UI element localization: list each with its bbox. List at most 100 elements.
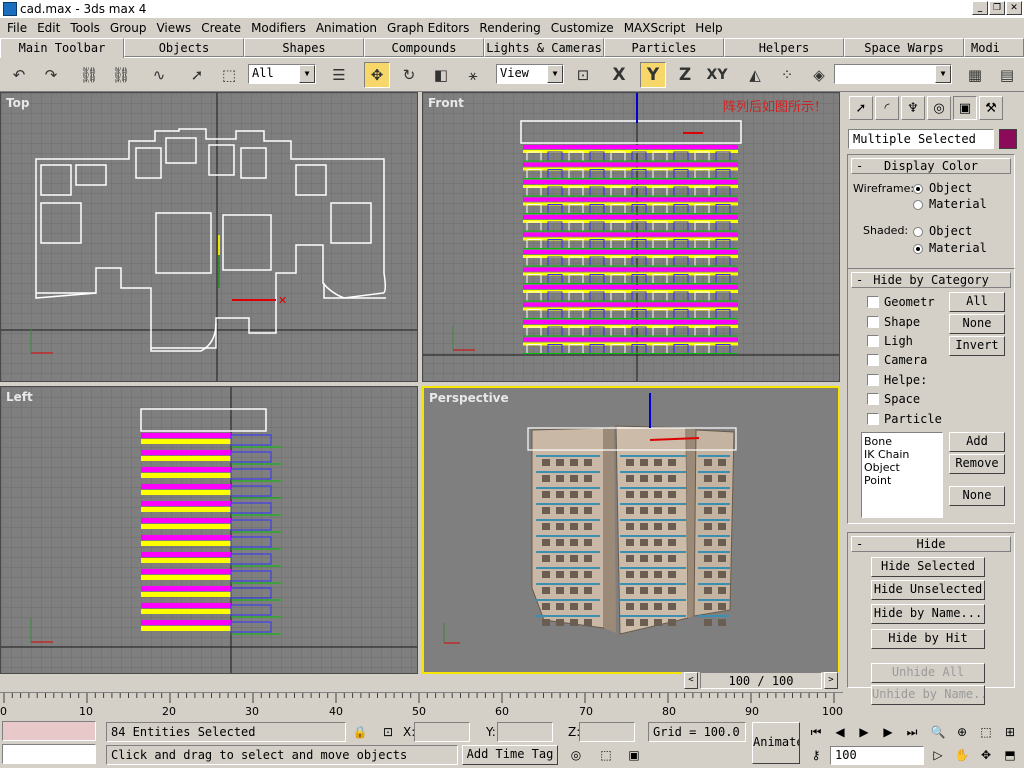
undo-icon[interactable]: ↶ [6, 62, 32, 88]
select-and-link-icon[interactable]: ⛓ [76, 62, 102, 88]
menu-create[interactable]: Create [196, 21, 246, 35]
display-panel-icon[interactable]: ▣ [953, 96, 977, 120]
maxscript-listener-pink[interactable] [2, 721, 96, 741]
camera-checkbox[interactable] [867, 354, 879, 366]
track-bar[interactable]: 0 10 20 30 40 50 60 70 80 90 100 [0, 692, 843, 718]
restrict-to-x-button[interactable]: X [606, 62, 632, 88]
zoom-extents-icon[interactable]: ⬚ [976, 722, 996, 742]
y-coord-field[interactable] [497, 722, 553, 742]
menu-edit[interactable]: Edit [32, 21, 65, 35]
hide-selected-button[interactable]: Hide Selected [871, 557, 985, 577]
motion-panel-icon[interactable]: ◎ [927, 96, 951, 120]
tab-shapes[interactable]: Shapes [244, 38, 364, 57]
pan-icon[interactable]: ✋ [952, 745, 972, 765]
utilities-panel-icon[interactable]: ⚒ [979, 96, 1003, 120]
tab-modifiers[interactable]: Modi [964, 38, 1024, 57]
tab-space-warps[interactable]: Space Warps [844, 38, 964, 57]
next-frame-icon[interactable]: ▶ [878, 722, 898, 742]
list-item[interactable]: IK Chain Object [864, 448, 940, 474]
redo-icon[interactable]: ↷ [38, 62, 64, 88]
viewport-perspective[interactable]: Perspective [422, 386, 840, 674]
display-color-header[interactable]: - Display Color [851, 158, 1011, 174]
viewport-front[interactable]: Front 阵列后如图所示！ [422, 92, 840, 382]
bind-to-space-warp-icon[interactable]: ∿ [146, 62, 172, 88]
hide-header[interactable]: - Hide [851, 536, 1011, 552]
x-coord-field[interactable] [414, 722, 470, 742]
current-frame-field[interactable]: 100 [830, 746, 924, 765]
restrict-to-y-button[interactable]: Y [640, 62, 666, 88]
none-button[interactable]: None [949, 314, 1005, 334]
select-object-icon[interactable]: ➚ [184, 62, 210, 88]
geometry-checkbox[interactable] [867, 296, 879, 308]
tab-particles[interactable]: Particles [604, 38, 724, 57]
all-button[interactable]: All [949, 292, 1005, 312]
restore-button[interactable]: ❐ [989, 1, 1005, 15]
hide-by-name-button[interactable]: Hide by Name... [871, 604, 985, 624]
absolute-mode-icon[interactable]: ⊡ [378, 722, 398, 742]
select-and-rotate-icon[interactable]: ↻ [396, 62, 422, 88]
create-panel-icon[interactable]: ➚ [849, 96, 873, 120]
selection-color-swatch[interactable] [999, 129, 1017, 149]
shaded-material-radio[interactable] [913, 244, 923, 254]
crossing-selection-icon[interactable]: ⬚ [596, 745, 616, 765]
add-category-button[interactable]: Add [949, 432, 1005, 452]
hierarchy-panel-icon[interactable]: ♆ [901, 96, 925, 120]
lights-checkbox[interactable] [867, 335, 879, 347]
unlink-selection-icon[interactable]: ⛓ [108, 62, 134, 88]
hide-unselected-button[interactable]: Hide Unselected [871, 580, 985, 600]
tab-lights-cameras[interactable]: Lights & Cameras [484, 38, 604, 57]
time-slider[interactable]: < 100 / 100 > [682, 672, 840, 690]
menu-rendering[interactable]: Rendering [474, 21, 545, 35]
add-time-tag-button[interactable]: Add Time Tag [462, 745, 558, 765]
shaded-object-radio[interactable] [913, 227, 923, 237]
menu-tools[interactable]: Tools [65, 21, 105, 35]
category-list[interactable]: Bone IK Chain Object Point [861, 432, 943, 518]
menu-file[interactable]: File [2, 21, 32, 35]
unhide-all-button[interactable]: Unhide All [871, 663, 985, 683]
menu-modifiers[interactable]: Modifiers [246, 21, 311, 35]
remove-category-button[interactable]: Remove [949, 454, 1005, 474]
restrict-to-z-button[interactable]: Z [672, 62, 698, 88]
mirror-icon[interactable]: ◭ [742, 62, 768, 88]
key-mode-icon[interactable]: ⚷ [806, 745, 826, 765]
select-by-name-icon[interactable]: ☰ [326, 62, 352, 88]
selection-filter-dropdown[interactable]: All ▼ [248, 64, 316, 84]
invert-button[interactable]: Invert [949, 336, 1005, 356]
next-frame-icon[interactable]: > [824, 672, 838, 689]
menu-animation[interactable]: Animation [311, 21, 382, 35]
reference-coordinate-dropdown[interactable]: View ▼ [496, 64, 564, 84]
select-and-move-icon[interactable]: ✥ [364, 62, 390, 88]
field-of-view-icon[interactable]: ▷ [928, 745, 948, 765]
snap-toggle-icon[interactable]: ▣ [624, 745, 644, 765]
maxscript-listener-white[interactable] [2, 744, 96, 764]
array-icon[interactable]: ⁘ [774, 62, 800, 88]
z-coord-field[interactable] [579, 722, 635, 742]
play-icon[interactable]: ▶ [854, 722, 874, 742]
zoom-extents-all-icon[interactable]: ⊞ [1000, 722, 1020, 742]
zoom-icon[interactable]: 🔍 [928, 722, 948, 742]
tab-compounds[interactable]: Compounds [364, 38, 484, 57]
wireframe-object-radio[interactable] [913, 184, 923, 194]
prev-frame-icon[interactable]: < [684, 672, 698, 689]
selection-name-field[interactable]: Multiple Selected [848, 129, 994, 149]
list-item[interactable]: Bone [864, 435, 940, 448]
lock-selection-icon[interactable]: 🔒 [350, 722, 370, 742]
menu-group[interactable]: Group [105, 21, 152, 35]
shape-checkbox[interactable] [867, 316, 879, 328]
maximize-viewport-icon[interactable]: ⬒ [1000, 745, 1020, 765]
tab-helpers[interactable]: Helpers [724, 38, 844, 57]
animate-button[interactable]: Animate [752, 722, 800, 764]
zoom-all-icon[interactable]: ⊕ [952, 722, 972, 742]
wireframe-material-radio[interactable] [913, 200, 923, 210]
track-view-icon[interactable]: ▦ [962, 62, 988, 88]
tab-objects[interactable]: Objects [124, 38, 244, 57]
go-to-end-icon[interactable]: ⏭ [902, 722, 922, 742]
arc-rotate-icon[interactable]: ✥ [976, 745, 996, 765]
menu-customize[interactable]: Customize [546, 21, 619, 35]
hide-by-hit-button[interactable]: Hide by Hit [871, 629, 985, 649]
restrict-to-xy-button[interactable]: XY [704, 62, 730, 88]
pivot-point-icon[interactable]: ⊡ [570, 62, 596, 88]
menu-views[interactable]: Views [151, 21, 196, 35]
viewport-left[interactable]: Left [0, 386, 418, 674]
degradation-override-icon[interactable]: ◎ [566, 745, 586, 765]
